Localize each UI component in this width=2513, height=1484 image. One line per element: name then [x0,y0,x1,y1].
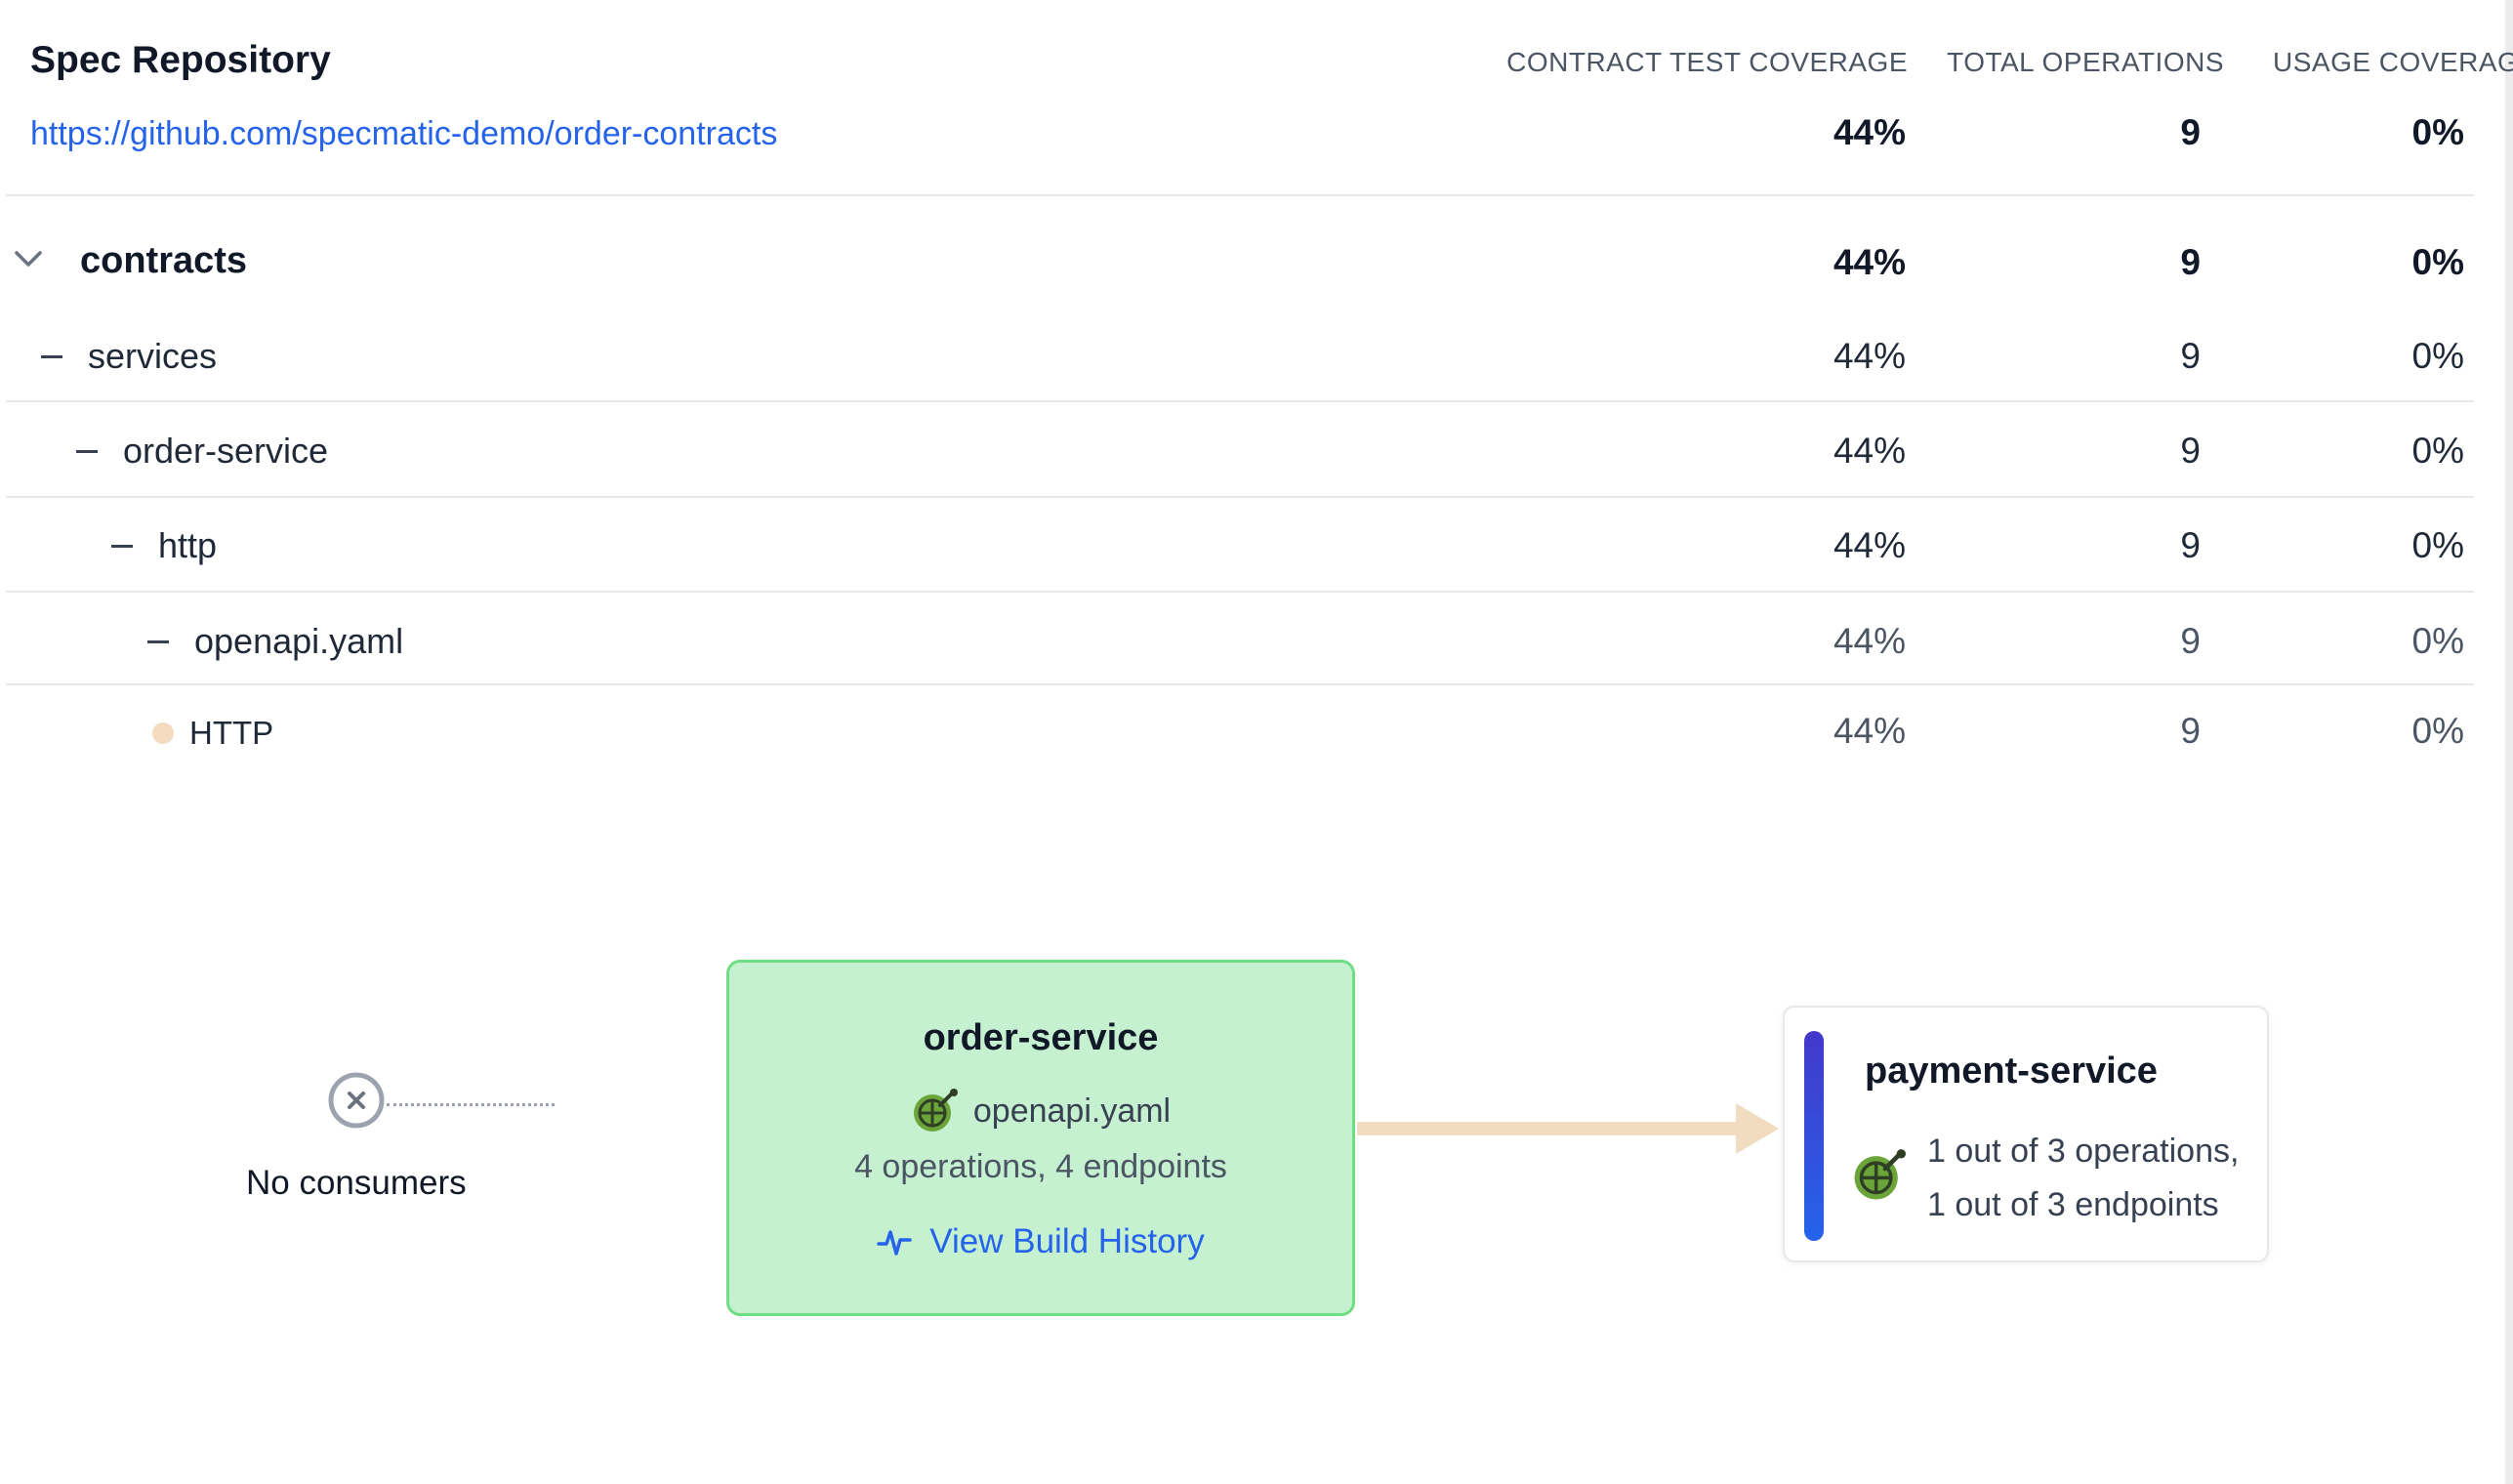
service-name: order-service [923,1017,1159,1058]
row-usage: 0% [2411,621,2464,661]
row-operations: 9 [2180,525,2201,565]
row-usage: 0% [2411,711,2464,751]
tree-row-openapi-yaml[interactable]: openapi.yaml [147,621,403,662]
status-dot-icon [152,722,174,744]
column-header-total-operations[interactable]: TOTAL OPERATIONS [1947,47,2224,78]
tree-row-contracts[interactable]: contracts [80,240,247,282]
repo-url-link[interactable]: https://github.com/specmatic-demo/order-… [30,115,777,153]
openapi-icon [1854,1149,1906,1200]
tree-row-order-service[interactable]: order-service [76,431,328,472]
tree-row-http-protocol[interactable]: HTTP [152,715,273,752]
repo-usage: 0% [2411,112,2464,152]
row-coverage: 44% [1833,336,1906,376]
dependency-node-payment-service[interactable]: payment-service 1 out of 3 operations, 1… [1783,1006,2269,1262]
tree-row-label: HTTP [189,715,274,751]
tree-row-label: openapi.yaml [194,621,404,661]
row-operations: 9 [2180,242,2201,282]
row-operations: 9 [2180,336,2201,376]
row-usage: 0% [2411,336,2464,376]
build-history-label: View Build History [929,1222,1205,1260]
tree-row-services[interactable]: services [41,336,217,377]
row-operations: 9 [2180,621,2201,661]
divider [6,683,2474,685]
dependency-accent-bar [1804,1031,1824,1241]
row-operations: 9 [2180,711,2201,751]
row-usage: 0% [2411,431,2464,471]
row-coverage: 44% [1833,621,1906,661]
chevron-down-icon[interactable] [14,244,43,273]
column-header-usage-coverage[interactable]: USAGE COVERAGE [2273,47,2513,78]
tree-row-label: http [158,525,218,565]
service-node-order-service[interactable]: order-service openapi.yaml 4 operations,… [726,960,1355,1316]
row-usage: 0% [2411,525,2464,565]
divider [6,400,2474,402]
dependency-endpoints: 1 out of 3 endpoints [1927,1186,2219,1223]
divider [6,194,2474,196]
divider [6,496,2474,498]
dependency-operations: 1 out of 3 operations, [1927,1133,2240,1170]
collapse-icon[interactable] [147,639,169,643]
scrollbar-track[interactable] [2505,0,2513,1484]
no-consumer-x-icon [328,1072,385,1129]
tree-row-label: order-service [123,431,329,471]
spec-file-name: openapi.yaml [972,1092,1172,1130]
dependency-name: payment-service [1865,1051,2158,1092]
dependency-arrow [1357,1103,1779,1154]
row-coverage: 44% [1833,242,1906,282]
repo-operations: 9 [2180,112,2201,152]
service-summary: 4 operations, 4 endpoints [854,1148,1227,1185]
tree-row-label: services [88,336,218,376]
row-coverage: 44% [1833,431,1906,471]
openapi-icon [913,1089,958,1132]
tree-row-label: contracts [80,240,248,281]
no-consumers-label: No consumers [246,1164,467,1202]
collapse-icon[interactable] [41,354,62,358]
row-operations: 9 [2180,431,2201,471]
row-coverage: 44% [1833,525,1906,565]
view-build-history-link[interactable]: View Build History [729,1222,1352,1261]
divider [6,591,2474,593]
tree-row-http[interactable]: http [111,525,217,566]
consumer-connector [387,1103,555,1106]
activity-icon [877,1230,913,1256]
repo-coverage: 44% [1833,112,1906,152]
collapse-icon[interactable] [76,449,98,453]
service-spec[interactable]: openapi.yaml [729,1088,1352,1134]
page-title: Spec Repository [30,39,331,81]
row-coverage: 44% [1833,711,1906,751]
column-header-contract-test-coverage[interactable]: CONTRACT TEST COVERAGE [1506,47,1908,78]
row-usage: 0% [2411,242,2464,282]
collapse-icon[interactable] [111,544,133,548]
